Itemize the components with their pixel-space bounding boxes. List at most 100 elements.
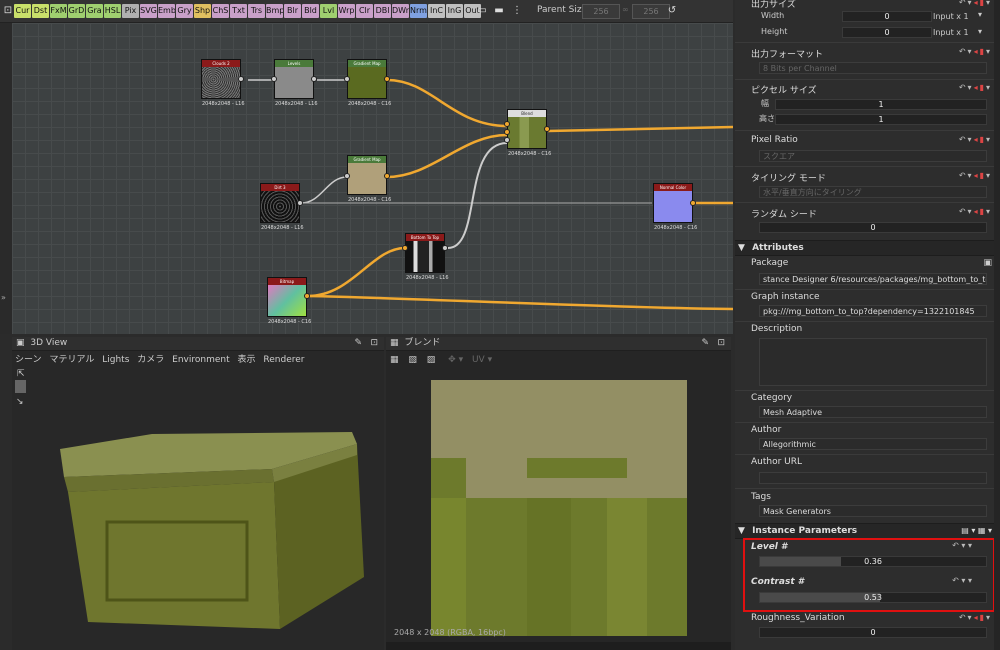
input-port[interactable] — [402, 245, 408, 251]
node-levels[interactable]: Levels — [274, 59, 314, 99]
random-seed-slider[interactable]: 0 — [759, 222, 987, 233]
output-format-field[interactable]: 8 Bits per Channel — [759, 62, 987, 74]
output-port[interactable] — [544, 126, 550, 132]
node-button-cur[interactable]: Cur — [14, 4, 31, 18]
transform-icon[interactable]: ✥ ▾ — [448, 355, 463, 365]
output-format-icons[interactable]: ↶▾◂▮▾ — [959, 47, 992, 56]
node-button-fxm[interactable]: FxM — [50, 4, 67, 18]
channels-icon[interactable]: ▦ — [390, 355, 399, 365]
output-port[interactable] — [297, 200, 303, 206]
pin-icon[interactable]: ✎ — [701, 337, 709, 350]
node-normal-color[interactable]: Normal Color — [653, 183, 693, 223]
node-bottom-to-top[interactable]: Bottom To Top — [405, 233, 445, 273]
node-button-wrp[interactable]: Wrp — [338, 4, 355, 18]
input-port-mask[interactable] — [504, 137, 510, 143]
input-port-foreground[interactable] — [504, 121, 510, 127]
frame-icon[interactable]: ▬ — [493, 4, 505, 17]
maximize-icon[interactable]: ⊡ — [717, 337, 725, 350]
tiling-mode-icons[interactable]: ↶▾◂▮▾ — [959, 171, 992, 180]
contrast-slider[interactable]: 0.53 — [759, 592, 987, 603]
output-size-icons[interactable]: ↶▾◂▮▾ — [959, 0, 992, 7]
node-button-ing[interactable]: InG — [446, 4, 463, 18]
random-seed-icons[interactable]: ↶▾◂▮▾ — [959, 207, 992, 216]
node-bitmap[interactable]: Bitmap — [267, 277, 307, 317]
description-textarea[interactable] — [759, 338, 987, 386]
author-field[interactable]: Allegorithmic — [759, 438, 987, 450]
node-dirt[interactable]: Dirt 3 — [260, 183, 300, 223]
node-button-clr[interactable]: Clr — [356, 4, 373, 18]
parent-size-width-field[interactable]: 256 — [582, 4, 620, 19]
height-slider[interactable]: 0 — [842, 27, 932, 38]
node-button-nrm[interactable]: Nrm — [410, 4, 427, 18]
output-port[interactable] — [442, 245, 448, 251]
input-port[interactable] — [271, 76, 277, 82]
input-port[interactable] — [344, 76, 350, 82]
node-button-shp[interactable]: Shp — [194, 4, 211, 18]
node-blend[interactable]: Blend — [507, 109, 547, 149]
node-button-gra[interactable]: Gra — [86, 4, 103, 18]
node-button-txt[interactable]: Txt — [230, 4, 247, 18]
link-icon[interactable]: ∞ — [622, 5, 629, 14]
pixel-height-slider[interactable]: 1 — [775, 114, 987, 125]
height-dropdown-icon[interactable]: ▾ — [978, 27, 982, 36]
tiling-mode-field[interactable]: 水平/垂直方向にタイリング — [759, 186, 987, 198]
horizontal-scrollbar[interactable] — [386, 642, 731, 650]
package-field[interactable]: stance Designer 6/resources/packages/mg_… — [759, 273, 987, 285]
vertical-scrollbar[interactable] — [994, 0, 1000, 650]
author-url-field[interactable] — [759, 472, 987, 484]
level-icons[interactable]: ↶ ▾ ▾ — [952, 541, 972, 550]
parent-size-height-field[interactable]: 256 — [632, 4, 670, 19]
width-dropdown-icon[interactable]: ▾ — [978, 10, 982, 19]
node-button-dbl[interactable]: DBl — [374, 4, 391, 18]
output-port[interactable] — [384, 76, 390, 82]
tags-field[interactable]: Mask Generators — [759, 505, 987, 517]
node-button-gry[interactable]: Gry — [176, 4, 193, 18]
output-port[interactable] — [238, 76, 244, 82]
comment-icon[interactable]: ▭ — [476, 4, 488, 17]
node-button-hsl[interactable]: HSL — [104, 4, 121, 18]
output-port[interactable] — [311, 76, 317, 82]
width-slider[interactable]: 0 — [842, 11, 932, 22]
node-button-trs[interactable]: Trs — [248, 4, 265, 18]
input-port[interactable] — [344, 173, 350, 179]
pixel-width-slider[interactable]: 1 — [775, 99, 987, 110]
node-clouds[interactable]: Clouds 2 — [201, 59, 241, 99]
attributes-section-header[interactable]: ▼ Attributes — [735, 240, 1000, 256]
node-button-dst[interactable]: Dst — [32, 4, 49, 18]
contrast-icons[interactable]: ↶ ▾ ▾ — [952, 576, 972, 585]
graph-canvas[interactable]: Clouds 2 2048x2048 - L16 Levels 2048x204… — [12, 23, 733, 334]
uv-dropdown-chevron-icon[interactable]: ▾ — [488, 355, 493, 365]
node-library-icon[interactable]: ⊡ — [2, 4, 14, 17]
expand-icon[interactable]: » — [1, 293, 6, 302]
roughness-slider[interactable]: 0 — [759, 627, 987, 638]
output-port[interactable] — [690, 200, 696, 206]
instance-params-icons[interactable]: ▤ ▾ ▦ ▾ — [961, 524, 992, 538]
node-gradient-map-2[interactable]: Gradient Map — [347, 155, 387, 195]
node-button-pix[interactable]: Pix — [122, 4, 139, 18]
node-button-inc[interactable]: InC — [428, 4, 445, 18]
uv-dropdown[interactable]: UV — [472, 355, 485, 365]
tile-icon[interactable]: ▧ — [408, 355, 417, 365]
node-button-emb[interactable]: Emb — [158, 4, 175, 18]
open-folder-icon[interactable]: ▣ — [983, 258, 992, 268]
pixel-ratio-icons[interactable]: ↶▾◂▮▾ — [959, 135, 992, 144]
node-button-bmp[interactable]: Bmp — [266, 4, 283, 18]
mesh-render[interactable] — [12, 337, 384, 650]
input-port-background[interactable] — [504, 129, 510, 135]
image-icon[interactable]: ▨ — [427, 355, 436, 365]
node-button-lvl[interactable]: Lvl — [320, 4, 337, 18]
category-field[interactable]: Mesh Adaptive — [759, 406, 987, 418]
node-button-blr[interactable]: Blr — [284, 4, 301, 18]
node-gradient-map-1[interactable]: Gradient Map — [347, 59, 387, 99]
output-port[interactable] — [304, 293, 310, 299]
node-button-grd[interactable]: GrD — [68, 4, 85, 18]
output-port[interactable] — [384, 173, 390, 179]
texture-preview[interactable] — [431, 380, 687, 636]
more-options-icon[interactable]: ⋮ — [511, 4, 523, 17]
node-button-dwr[interactable]: DWr — [392, 4, 409, 18]
node-button-svg[interactable]: SVG — [140, 4, 157, 18]
pixel-size-icons[interactable]: ↶▾◂▮▾ — [959, 83, 992, 92]
node-button-bld[interactable]: Bld — [302, 4, 319, 18]
roughness-icons[interactable]: ↶▾◂▮▾ — [959, 613, 992, 622]
graph-instance-field[interactable]: pkg:///mg_bottom_to_top?dependency=13221… — [759, 305, 987, 317]
